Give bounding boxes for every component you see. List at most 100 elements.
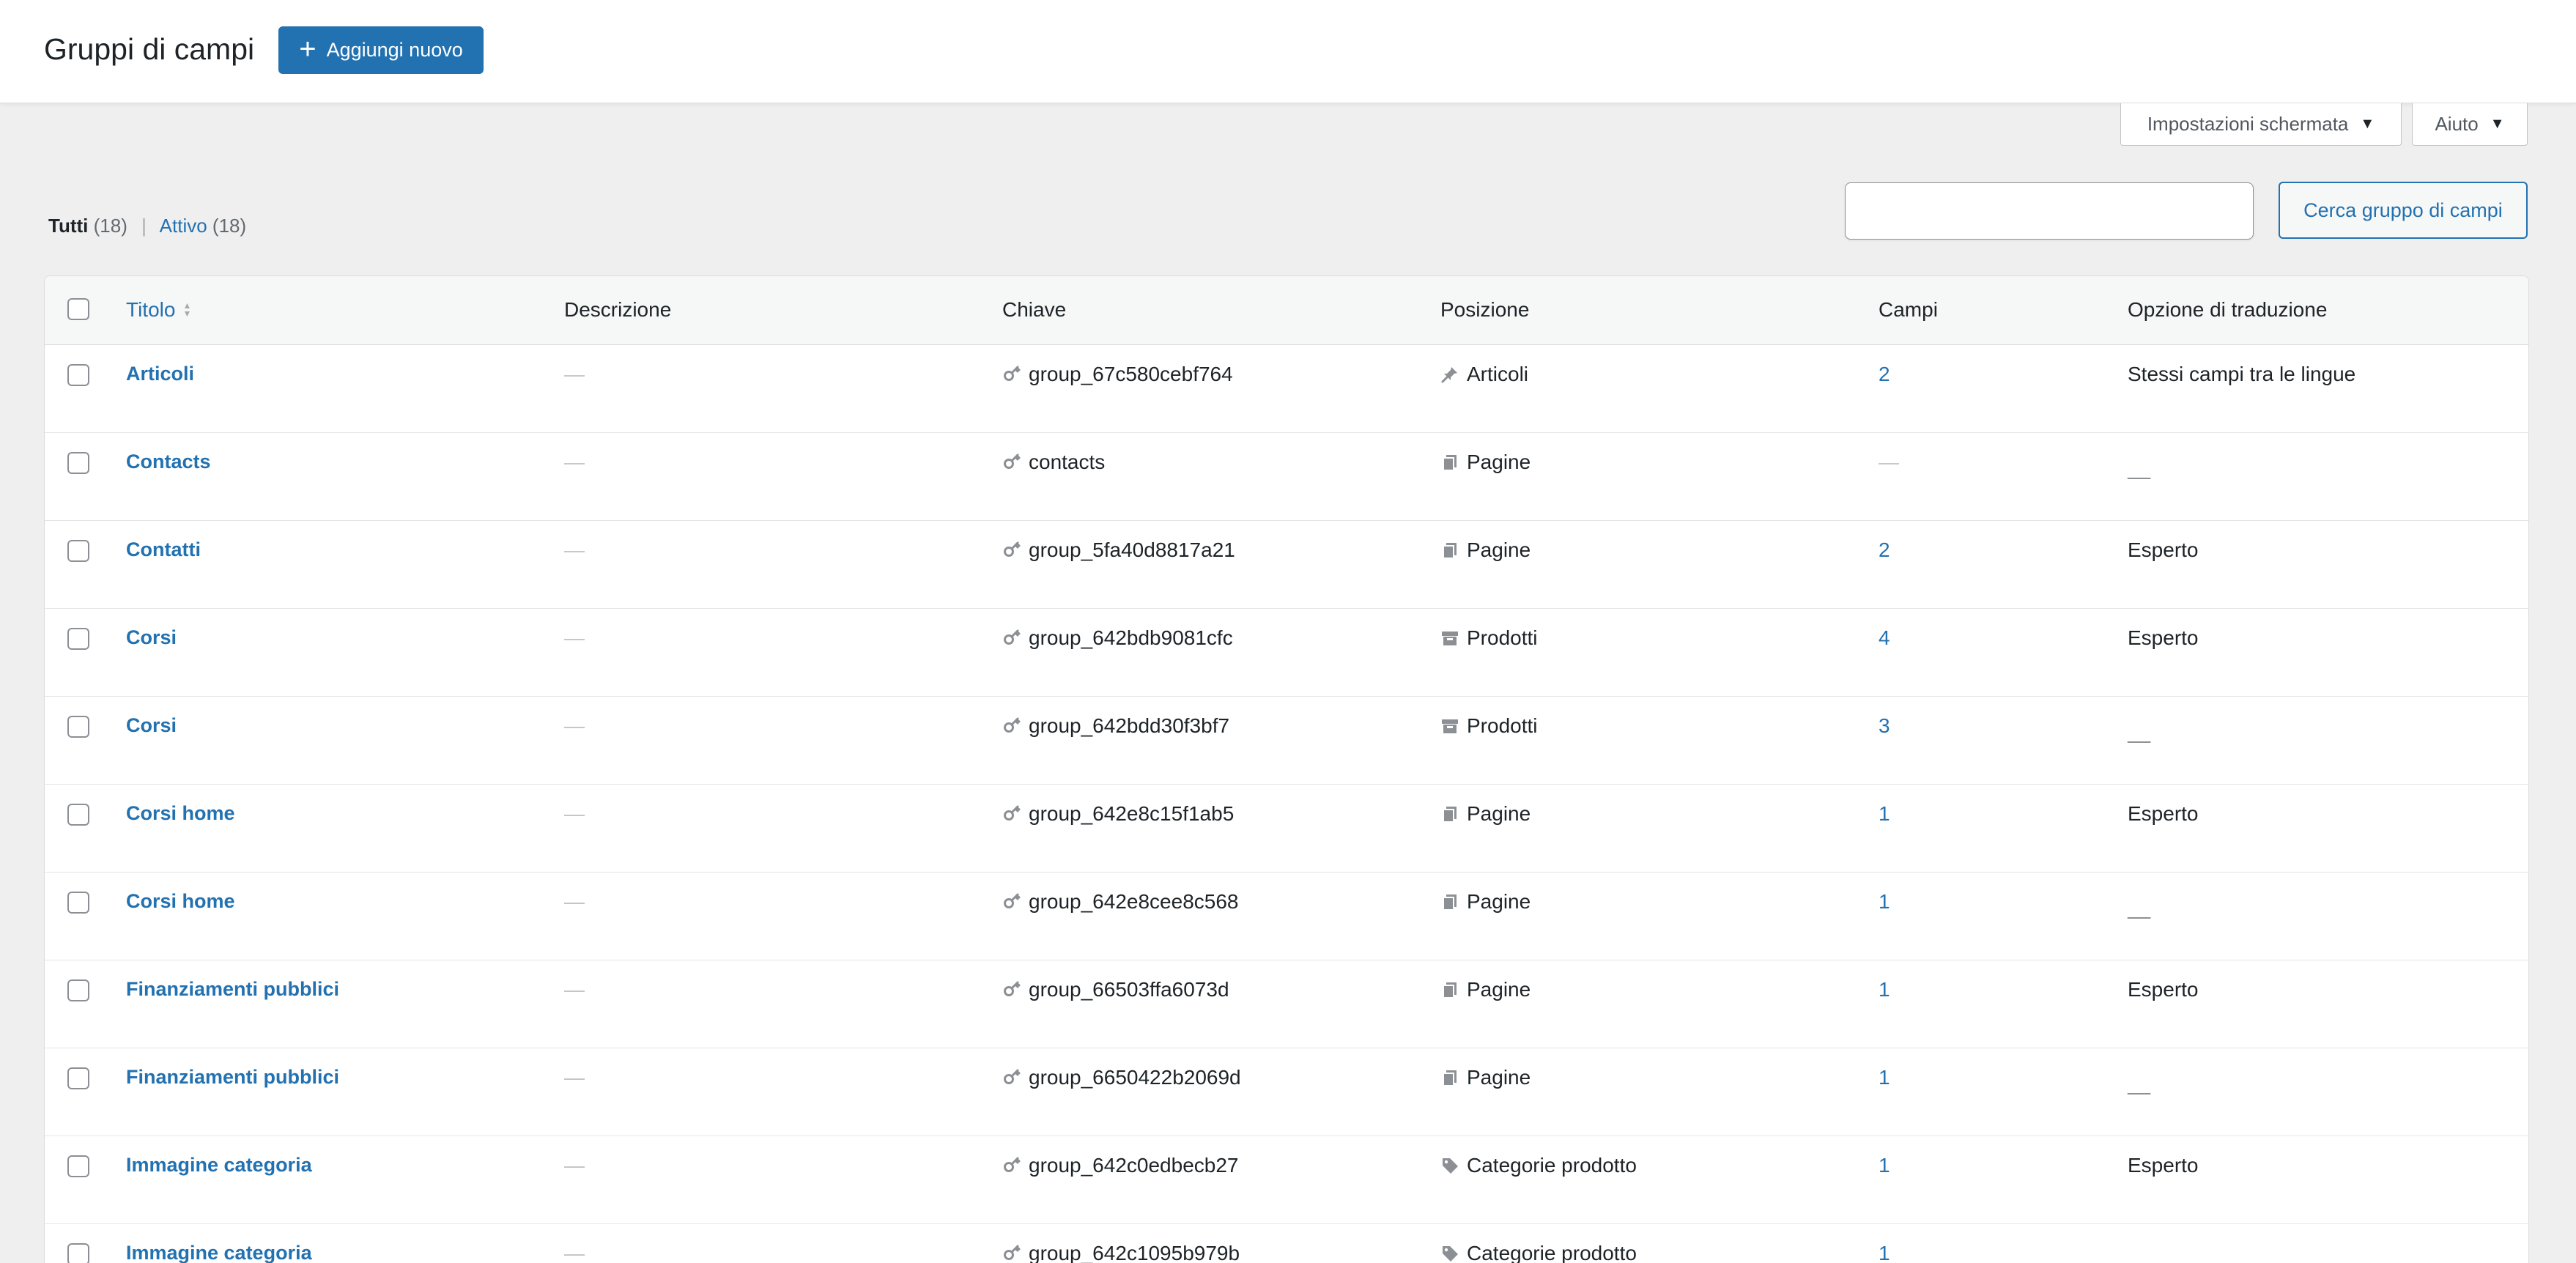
row-checkbox[interactable]: [67, 628, 89, 650]
fields-count[interactable]: 1: [1879, 1154, 1890, 1177]
row-title-link[interactable]: Finanziamenti pubblici: [126, 1066, 339, 1089]
field-groups-table: Titolo ▲ ▼ Descrizione Chiave Posizione C…: [44, 275, 2529, 1263]
add-new-button[interactable]: + Aggiungi nuovo: [278, 26, 484, 74]
row-title-link[interactable]: Corsi home: [126, 890, 235, 913]
search-input[interactable]: [1845, 182, 2254, 240]
add-new-label: Aggiungi nuovo: [326, 39, 463, 61]
screen-options-button[interactable]: Impostazioni schermata ▼: [2120, 103, 2402, 146]
key-value: group_642e8c15f1ab5: [1029, 802, 1235, 825]
top-header: Gruppi di campi + Aggiungi nuovo: [0, 0, 2576, 103]
location-cell: Pagine: [1440, 978, 1531, 1001]
translation-cell: Esperto: [2128, 538, 2199, 561]
key-cell: group_6650422b2069d: [1002, 1066, 1241, 1089]
location-value: Pagine: [1467, 890, 1531, 913]
caret-down-icon: ▼: [2360, 116, 2375, 132]
location-cell: Pagine: [1440, 451, 1531, 474]
row-checkbox[interactable]: [67, 1243, 89, 1263]
row-checkbox[interactable]: [67, 1155, 89, 1177]
tag-icon: [1440, 1244, 1459, 1263]
page-icon: [1440, 541, 1459, 560]
filter-all-count: (18): [93, 215, 127, 237]
select-all-checkbox[interactable]: [67, 298, 89, 320]
key-icon: [1002, 1156, 1021, 1175]
filter-active[interactable]: Attivo: [160, 215, 207, 237]
key-cell: group_5fa40d8817a21: [1002, 538, 1235, 562]
key-cell: group_642bdb9081cfc: [1002, 626, 1233, 650]
row-checkbox[interactable]: [67, 364, 89, 386]
location-cell: Pagine: [1440, 538, 1531, 562]
description-cell: —: [564, 363, 585, 385]
key-icon: [1002, 453, 1021, 472]
description-cell: —: [564, 802, 585, 825]
key-icon: [1002, 1068, 1021, 1087]
location-cell: Articoli: [1440, 363, 1528, 386]
translation-cell: Esperto: [2128, 978, 2199, 1001]
table-row: Corsi home — group_642e8c15f1ab5 Pagine …: [45, 785, 2528, 873]
table-row: Finanziamenti pubblici — group_66503ffa6…: [45, 960, 2528, 1048]
filter-all[interactable]: Tutti: [48, 215, 88, 237]
key-cell: group_642bdd30f3bf7: [1002, 714, 1229, 738]
filter-active-count: (18): [212, 215, 247, 237]
key-icon: [1002, 980, 1021, 999]
archive-icon: [1440, 629, 1459, 648]
row-title-link[interactable]: Contatti: [126, 538, 201, 561]
table-header: Titolo ▲ ▼ Descrizione Chiave Posizione C…: [45, 276, 2528, 345]
key-icon: [1002, 1244, 1021, 1263]
table-row: Contatti — group_5fa40d8817a21 Pagine 2 …: [45, 521, 2528, 609]
location-value: Pagine: [1467, 978, 1531, 1001]
key-value: group_642e8cee8c568: [1029, 890, 1239, 913]
row-title-link[interactable]: Immagine categoria: [126, 1154, 312, 1177]
row-checkbox[interactable]: [67, 540, 89, 562]
row-title-link[interactable]: Articoli: [126, 363, 194, 385]
location-value: Categorie prodotto: [1467, 1154, 1637, 1177]
filter-separator: |: [141, 215, 147, 237]
sort-icon: ▲ ▼: [182, 300, 192, 319]
table-row: Articoli — group_67c580cebf764 Articoli …: [45, 345, 2528, 433]
table-row: Corsi — group_642bdb9081cfc Prodotti 4 E…: [45, 609, 2528, 697]
fields-count[interactable]: 2: [1879, 538, 1890, 562]
fields-count[interactable]: 4: [1879, 626, 1890, 650]
fields-count[interactable]: 2: [1879, 363, 1890, 386]
row-checkbox[interactable]: [67, 804, 89, 826]
row-title-link[interactable]: Finanziamenti pubblici: [126, 978, 339, 1001]
row-title-link[interactable]: Corsi home: [126, 802, 235, 825]
translation-cell: __: [2128, 722, 2151, 744]
key-value: group_642bdb9081cfc: [1029, 626, 1233, 649]
key-cell: group_642c0edbecb27: [1002, 1154, 1238, 1177]
description-cell: —: [564, 1066, 585, 1089]
row-checkbox[interactable]: [67, 1067, 89, 1089]
tag-icon: [1440, 1156, 1459, 1175]
search-button[interactable]: Cerca gruppo di campi: [2279, 182, 2528, 239]
translation-cell: Esperto: [2128, 1154, 2199, 1177]
table-row: Finanziamenti pubblici — group_6650422b2…: [45, 1048, 2528, 1136]
help-button[interactable]: Aiuto ▼: [2412, 103, 2528, 146]
fields-count[interactable]: 3: [1879, 714, 1890, 738]
fields-count[interactable]: 1: [1879, 1066, 1890, 1089]
fields-count: —: [1879, 451, 1899, 473]
row-checkbox[interactable]: [67, 716, 89, 738]
location-value: Prodotti: [1467, 626, 1538, 649]
key-icon: [1002, 716, 1021, 736]
fields-count[interactable]: 1: [1879, 978, 1890, 1001]
fields-count[interactable]: 1: [1879, 802, 1890, 826]
table-row: Contacts — contacts Pagine — __: [45, 433, 2528, 521]
location-cell: Pagine: [1440, 890, 1531, 914]
page-icon: [1440, 453, 1459, 472]
column-title[interactable]: Titolo ▲ ▼: [126, 298, 191, 322]
fields-count[interactable]: 1: [1879, 1242, 1890, 1263]
fields-count[interactable]: 1: [1879, 890, 1890, 914]
location-cell: Categorie prodotto: [1440, 1154, 1637, 1177]
row-checkbox[interactable]: [67, 892, 89, 914]
row-checkbox[interactable]: [67, 979, 89, 1001]
location-value: Pagine: [1467, 1066, 1531, 1089]
row-checkbox[interactable]: [67, 452, 89, 474]
row-title-link[interactable]: Contacts: [126, 451, 211, 473]
row-title-link[interactable]: Immagine categoria: [126, 1242, 312, 1263]
row-title-link[interactable]: Corsi: [126, 714, 177, 737]
page-icon: [1440, 804, 1459, 823]
row-title-link[interactable]: Corsi: [126, 626, 177, 649]
key-value: group_642c1095b979b: [1029, 1242, 1240, 1263]
screen-options-label: Impostazioni schermata: [2147, 113, 2349, 135]
caret-down-icon: ▼: [2490, 116, 2505, 132]
key-icon: [1002, 365, 1021, 384]
